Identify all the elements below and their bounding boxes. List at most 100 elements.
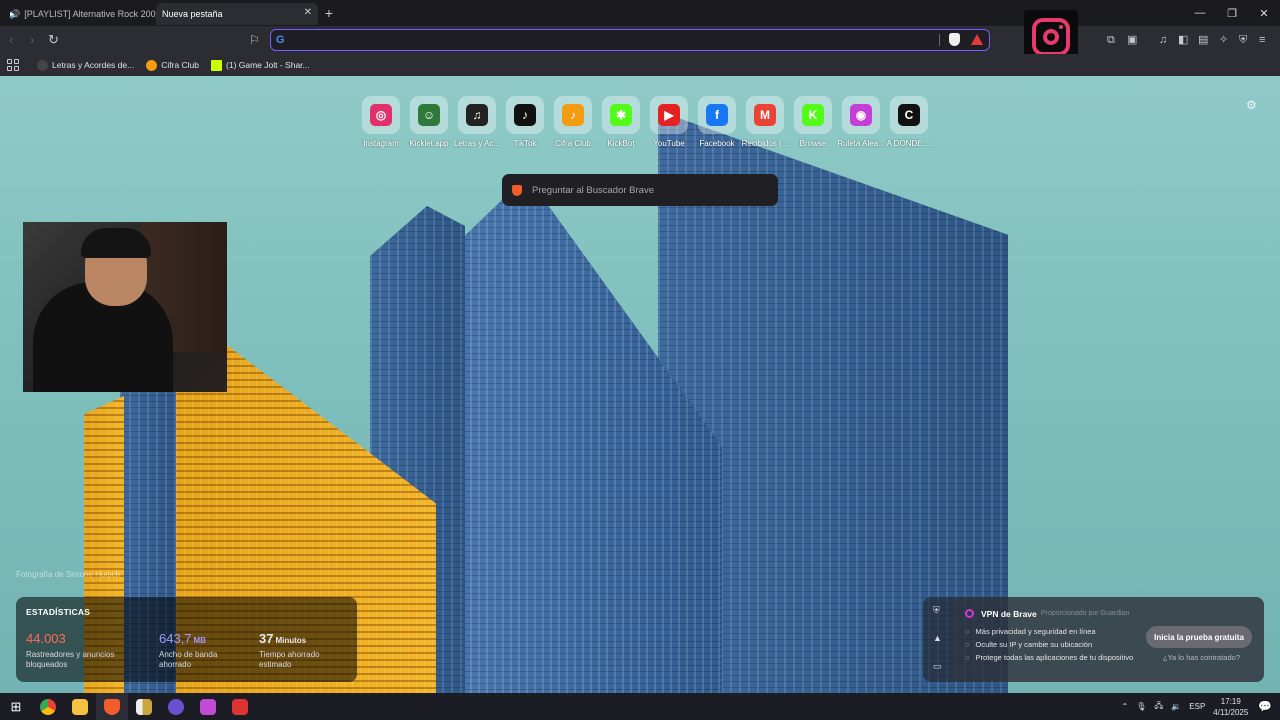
top-site-tile[interactable]: ◉ Ruleta Alea...: [837, 96, 885, 148]
game-jolt-icon: [211, 59, 223, 71]
top-site-tile[interactable]: ☺ Kicklet.app: [405, 96, 453, 148]
webcam-overlay: [23, 222, 227, 392]
back-arrow-icon[interactable]: ‹: [9, 32, 13, 48]
top-site-tile[interactable]: f Facebook: [693, 96, 741, 148]
vpn-feature: Más privacidad y seguridad en línea: [965, 627, 1096, 636]
already-subscribed-link[interactable]: ¿Ya lo has contratado?: [1163, 653, 1240, 662]
top-site-icon-box: ◉: [842, 96, 880, 134]
leo-ai-icon[interactable]: ✧: [1219, 32, 1228, 48]
start-button[interactable]: ⊞: [0, 693, 32, 720]
bookmark-icon[interactable]: ⚐: [249, 32, 260, 48]
microphone-icon[interactable]: 🎙: [1136, 702, 1146, 711]
top-site-icon: ☺: [418, 104, 440, 126]
taskbar-app-6[interactable]: [192, 693, 224, 720]
top-site-label: Cifra Club: [555, 139, 591, 148]
stat-unit: MB: [193, 636, 206, 645]
top-site-label: Ruleta Alea...: [837, 139, 885, 148]
taskbar-chrome[interactable]: [32, 693, 64, 720]
stat-desc: Rastreadores y anuncios bloqueados: [26, 650, 115, 669]
bookmark-letras[interactable]: Letras y Acordes de...: [37, 59, 135, 71]
network-icon[interactable]: 🖧: [1154, 700, 1163, 714]
clock[interactable]: 17:19 4/11/2025: [1213, 696, 1248, 718]
tab-new-tab[interactable]: Nueva pestaña ✕: [156, 3, 318, 25]
vpn-logo-icon: [965, 609, 974, 618]
language-indicator[interactable]: ESP: [1189, 702, 1205, 711]
bookmark-cifra-club[interactable]: Cifra Club: [146, 59, 199, 71]
minimize-icon[interactable]: —: [1184, 0, 1216, 26]
top-site-label: A DONDE ...: [886, 139, 932, 148]
tab-title: [PLAYLIST] Alternative Rock 2000: [24, 9, 156, 19]
volume-icon[interactable]: 🔉: [1171, 702, 1181, 711]
system-tray: ⌃ 🎙 🖧 🔉 ESP 17:19 4/11/2025 💬: [1122, 693, 1280, 720]
top-site-tile[interactable]: M Recibidos (...: [741, 96, 789, 148]
clock-date: 4/11/2025: [1213, 707, 1249, 717]
brave-search-box[interactable]: Preguntar al Buscador Brave: [502, 174, 778, 206]
top-site-tile[interactable]: ▶ YouTube: [645, 96, 693, 148]
close-tab-icon[interactable]: ✕: [304, 7, 312, 18]
top-site-tile[interactable]: ♪ TikTok: [501, 96, 549, 148]
taskbar-obs[interactable]: [160, 693, 192, 720]
top-site-label: Kicklet.app: [409, 139, 449, 148]
start-trial-button[interactable]: Inicia la prueba gratuita: [1146, 626, 1252, 648]
vpn-feature: Protege todas las aplicaciones de tu dis…: [965, 653, 1134, 662]
top-site-tile[interactable]: ✱ KickBot: [597, 96, 645, 148]
media-icon[interactable]: ♫: [1159, 32, 1167, 48]
top-site-icon-box: M: [746, 96, 784, 134]
brave-rewards-icon[interactable]: [971, 34, 983, 45]
wallet-icon[interactable]: ▤: [1198, 32, 1208, 48]
top-site-tile[interactable]: ♫ Letras y Ac...: [453, 96, 501, 148]
top-site-tile[interactable]: C A DONDE ...: [885, 96, 933, 148]
top-site-icon: ♫: [466, 104, 488, 126]
forward-arrow-icon[interactable]: ›: [30, 32, 34, 48]
vpn-shield-icon[interactable]: ⛨: [933, 605, 940, 616]
brave-shields-icon[interactable]: [949, 33, 960, 46]
stat-value: 44.003: [26, 631, 66, 646]
extensions-icon[interactable]: ⧉: [1107, 32, 1115, 48]
chevron-up-icon[interactable]: ⌃: [1122, 702, 1129, 711]
bookmark-label: (1) Game Jolt - Shar...: [226, 60, 310, 70]
reload-icon[interactable]: ↻: [48, 32, 59, 48]
divider: [939, 34, 940, 46]
sidebar-icon[interactable]: ◧: [1178, 32, 1188, 48]
top-site-label: Facebook: [699, 139, 735, 148]
stats-widget: ESTADÍSTICAS 44.003 Rastreadores y anunc…: [16, 597, 357, 682]
clock-time: 17:19: [1220, 696, 1241, 706]
top-site-label: Browse: [799, 139, 827, 148]
top-site-label: Recibidos (...: [741, 139, 789, 148]
top-site-icon-box: ♪: [506, 96, 544, 134]
bookmark-game-jolt[interactable]: (1) Game Jolt - Shar...: [211, 59, 310, 71]
tab-playlist[interactable]: 🔊 [PLAYLIST] Alternative Rock 2000: [0, 3, 156, 25]
top-site-tile[interactable]: K Browse: [789, 96, 837, 148]
notifications-icon[interactable]: 💬: [1258, 700, 1272, 713]
tab-title: Nueva pestaña: [162, 9, 223, 19]
close-window-icon[interactable]: ✕: [1248, 0, 1280, 26]
top-sites: ◎ Instagram ☺ Kicklet.app ♫ Letras y Ac... ♪ Ti…: [357, 96, 933, 148]
vpn-feature: Oculte su IP y cambie su ubicación: [965, 640, 1093, 649]
top-site-tile[interactable]: ◎ Instagram: [357, 96, 405, 148]
menu-icon[interactable]: ≡: [1259, 32, 1265, 48]
taskbar-app-7[interactable]: [224, 693, 256, 720]
taskbar-explorer[interactable]: [64, 693, 96, 720]
restore-icon[interactable]: ❐: [1216, 0, 1248, 26]
top-site-icon-box: ◎: [362, 96, 400, 134]
address-bar[interactable]: G: [270, 29, 990, 51]
gear-icon[interactable]: ⚙: [1246, 98, 1257, 112]
stat-unit: Minutos: [275, 636, 307, 645]
webcam-hair: [81, 228, 151, 258]
top-site-icon: ♪: [562, 104, 584, 126]
vpn-card: VPN de Brave Proporcionado por Guardian …: [953, 597, 1264, 682]
new-tab-button[interactable]: +: [318, 5, 340, 21]
taskbar-brave[interactable]: [96, 693, 128, 720]
tab-search-icon[interactable]: ▣: [1127, 32, 1137, 48]
rewards-triangle-icon[interactable]: ▲: [933, 633, 942, 643]
media-card-icon[interactable]: ▭: [933, 661, 942, 672]
top-site-tile[interactable]: ♪ Cifra Club: [549, 96, 597, 148]
instagram-icon: [1032, 18, 1070, 56]
stat-bandwidth: 643,7 MB Ancho de banda ahorrado: [159, 632, 251, 670]
photo-credit[interactable]: Fotografía de Simone Hutsch: [16, 570, 120, 579]
top-site-icon: K: [802, 104, 824, 126]
apps-grid-icon[interactable]: [7, 59, 19, 71]
vpn-shield-icon[interactable]: ⛨: [1239, 32, 1247, 48]
taskbar-app-4[interactable]: [128, 693, 160, 720]
bookmark-label: Letras y Acordes de...: [52, 60, 135, 70]
